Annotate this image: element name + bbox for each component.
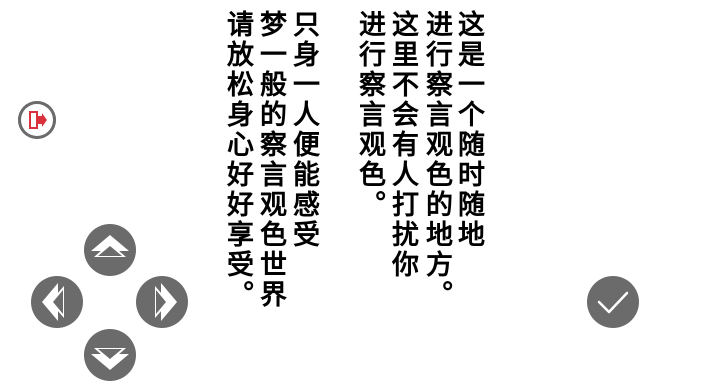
dpad-right-button[interactable] bbox=[136, 276, 188, 328]
exit-door-icon bbox=[18, 101, 56, 139]
dpad-left-button[interactable] bbox=[31, 276, 83, 328]
arrow-left-icon bbox=[42, 283, 64, 321]
arrow-right-icon bbox=[155, 283, 177, 321]
narration-column: 这是一个随时随地 bbox=[453, 10, 484, 250]
narration-column: 进行察言观色。 bbox=[354, 10, 385, 220]
narration-column: 只身一人便能感受 bbox=[288, 10, 319, 250]
narration-column: 这里不会有人打扰你 bbox=[387, 10, 418, 280]
checkmark-icon bbox=[597, 291, 629, 314]
exit-button[interactable] bbox=[18, 101, 56, 139]
dpad-up-button[interactable] bbox=[84, 224, 136, 276]
dpad-down-button[interactable] bbox=[84, 329, 136, 381]
narration-column: 请放松身心好好享受。 bbox=[222, 10, 253, 310]
game-screen: 这是一个随时随地 进行察言观色的地方。 这里不会有人打扰你 进行察言观色。 只身… bbox=[0, 0, 703, 382]
narration-column: 梦一般的察言观色世界 bbox=[255, 10, 286, 310]
arrow-down-icon bbox=[91, 348, 129, 370]
arrow-up-icon bbox=[91, 235, 129, 257]
narration-column: 进行察言观色的地方。 bbox=[421, 10, 452, 310]
confirm-button[interactable] bbox=[587, 276, 639, 328]
